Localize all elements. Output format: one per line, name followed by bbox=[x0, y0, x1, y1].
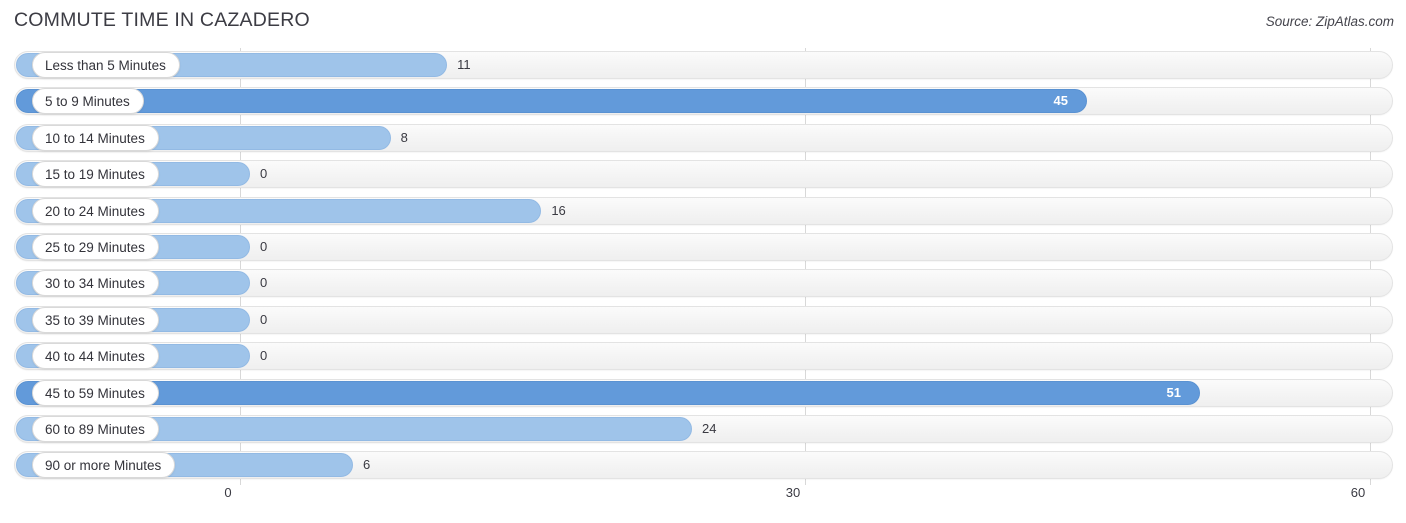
bar[interactable] bbox=[16, 89, 1088, 114]
bar-value-label: 8 bbox=[400, 129, 408, 145]
bar-row[interactable]: 35 to 39 Minutes 0 bbox=[0, 303, 1406, 339]
category-label: 40 to 44 Minutes bbox=[32, 343, 159, 370]
category-label: 20 to 24 Minutes bbox=[32, 197, 159, 224]
bar-value-label: 0 bbox=[260, 311, 268, 327]
bar-row[interactable]: 60 to 89 Minutes 24 bbox=[0, 412, 1406, 448]
bar-row[interactable]: Less than 5 Minutes 11 bbox=[0, 48, 1406, 84]
category-label: Less than 5 Minutes bbox=[32, 52, 180, 78]
bar-row[interactable]: 90 or more Minutes 6 bbox=[0, 448, 1406, 484]
bar-row[interactable]: 15 to 19 Minutes 0 bbox=[0, 157, 1406, 193]
bar-value-label: 11 bbox=[457, 57, 471, 72]
bar-value-label: 0 bbox=[260, 348, 268, 364]
category-label: 60 to 89 Minutes bbox=[32, 415, 159, 442]
bar-value-label: 51 bbox=[1166, 384, 1181, 400]
x-axis: 0 30 60 bbox=[0, 485, 1406, 523]
bar-row[interactable]: 20 to 24 Minutes 16 bbox=[0, 194, 1406, 230]
bar-rows: Less than 5 Minutes 11 5 to 9 Minutes 45 10 … bbox=[0, 48, 1406, 485]
x-axis-tick-label: 0 bbox=[224, 485, 232, 500]
bar-row[interactable]: 40 to 44 Minutes 0 bbox=[0, 339, 1406, 375]
chart-page: COMMUTE TIME IN CAZADERO Source: ZipAtla… bbox=[0, 0, 1406, 523]
category-label: 45 to 59 Minutes bbox=[32, 379, 159, 406]
bar-value-label: 0 bbox=[260, 275, 268, 291]
source-attribution: Source: ZipAtlas.com bbox=[1265, 14, 1394, 29]
bar-value-label: 24 bbox=[701, 420, 717, 436]
category-label: 5 to 9 Minutes bbox=[32, 88, 144, 115]
bar-row[interactable]: 25 to 29 Minutes 0 bbox=[0, 230, 1406, 266]
category-label: 90 or more Minutes bbox=[32, 452, 176, 479]
bar-value-label: 16 bbox=[551, 202, 566, 218]
category-label: 35 to 39 Minutes bbox=[32, 306, 159, 333]
category-label: 30 to 34 Minutes bbox=[32, 270, 159, 297]
category-label: 25 to 29 Minutes bbox=[32, 233, 159, 260]
bar-value-label: 45 bbox=[1053, 93, 1068, 109]
bar[interactable] bbox=[16, 380, 1201, 405]
bar-value-label: 6 bbox=[362, 457, 371, 473]
bar-row[interactable]: 10 to 14 Minutes 8 bbox=[0, 121, 1406, 157]
category-label: 10 to 14 Minutes bbox=[32, 124, 159, 151]
bar-value-label: 0 bbox=[260, 238, 268, 254]
x-axis-tick-label: 60 bbox=[1350, 485, 1366, 500]
page-title: COMMUTE TIME IN CAZADERO bbox=[14, 9, 310, 31]
category-label: 15 to 19 Minutes bbox=[32, 161, 159, 188]
bar-row[interactable]: 30 to 34 Minutes 0 bbox=[0, 266, 1406, 302]
bar-row[interactable]: 5 to 9 Minutes 45 bbox=[0, 84, 1406, 120]
x-axis-tick-label: 30 bbox=[785, 485, 801, 500]
bar-value-label: 0 bbox=[260, 166, 268, 182]
bar-row[interactable]: 45 to 59 Minutes 51 bbox=[0, 376, 1406, 412]
plot-area: Less than 5 Minutes 11 5 to 9 Minutes 45 10 … bbox=[0, 48, 1406, 485]
